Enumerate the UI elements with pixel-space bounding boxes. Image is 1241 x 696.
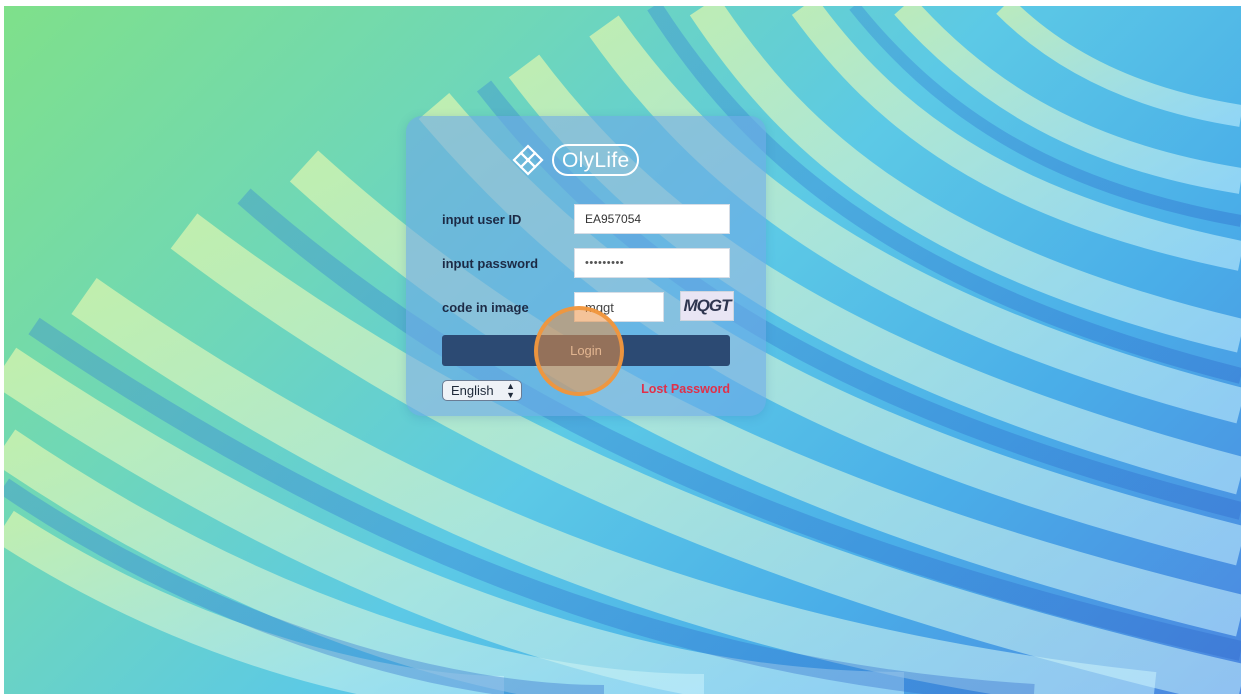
login-button-label: Login — [570, 343, 602, 358]
updown-chevron-icon: ▲ ▼ — [506, 380, 515, 400]
captcha-code-label: code in image — [442, 300, 529, 315]
captcha-image[interactable]: MQGT — [680, 291, 734, 321]
user-id-input[interactable]: EA957054 — [574, 204, 730, 234]
user-id-label: input user ID — [442, 212, 522, 227]
password-input[interactable]: ••••••••• — [574, 248, 730, 278]
captcha-code-input[interactable]: mqgt — [574, 292, 664, 322]
language-select[interactable]: English ▲ ▼ — [442, 380, 522, 401]
brand-logo: OlyLife — [510, 140, 660, 180]
language-select-value: English — [451, 383, 494, 398]
login-screen: OlyLife input user ID EA957054 input pas… — [4, 6, 1241, 694]
login-button[interactable]: Login — [442, 335, 730, 366]
brand-wordmark: OlyLife — [552, 144, 640, 176]
olylife-flower-icon — [512, 144, 544, 176]
login-card: OlyLife input user ID EA957054 input pas… — [406, 116, 766, 416]
lost-password-link[interactable]: Lost Password — [641, 382, 730, 396]
password-label: input password — [442, 256, 539, 271]
